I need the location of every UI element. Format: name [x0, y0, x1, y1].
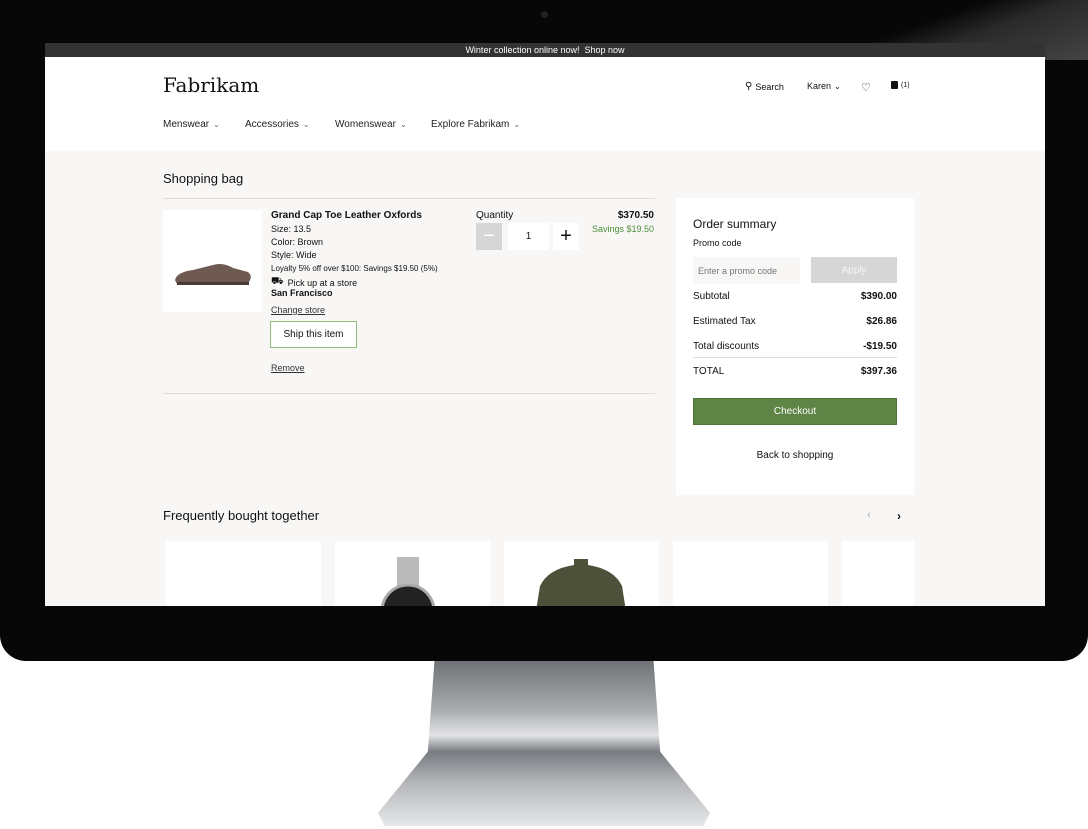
recommendations-title: Frequently bought together [163, 508, 320, 523]
promo-code-input[interactable] [693, 257, 800, 284]
loyalty-discount: Loyalty 5% off over $100: Savings $19.50… [271, 264, 438, 273]
chevron-right-icon: › [897, 509, 901, 523]
product-card[interactable] [673, 541, 828, 606]
search-button[interactable]: ⚲ Search [745, 81, 784, 92]
chevron-down-icon: ⌄ [302, 120, 310, 129]
total-row: TOTAL $397.36 [693, 366, 897, 377]
decrease-quantity-button[interactable]: − [476, 223, 502, 250]
page-title: Shopping bag [163, 171, 244, 186]
subtotal-value: $390.00 [860, 291, 897, 302]
nav-explore[interactable]: Explore Fabrikam ⌄ [431, 119, 520, 130]
remove-link[interactable]: Remove [271, 363, 305, 373]
product-size: Size: 13.5 [271, 224, 312, 234]
back-to-shopping-link[interactable]: Back to shopping [693, 450, 897, 461]
watch-image [380, 557, 436, 606]
screen: Winter collection online now! Shop now F… [45, 43, 1045, 606]
store-name: San Francisco [271, 288, 333, 298]
item-savings: Savings $19.50 [591, 224, 654, 234]
ship-this-item-button[interactable]: Ship this item [270, 321, 357, 348]
camera [541, 11, 548, 18]
nav-label: Menswear [163, 119, 210, 130]
promo-banner: Winter collection online now! Shop now [45, 43, 1045, 57]
shop-now-link[interactable]: Shop now [585, 45, 625, 55]
chevron-left-icon: ‹ [867, 509, 871, 521]
shoe-image [175, 264, 251, 285]
heart-icon[interactable]: ♡ [861, 81, 871, 94]
sweater-image [536, 559, 626, 606]
chevron-down-icon: ⌄ [834, 81, 841, 91]
pickup-label: Pick up at a store [287, 277, 358, 288]
carousel-next-button[interactable]: › [897, 509, 901, 523]
checkout-button[interactable]: Checkout [693, 398, 897, 425]
order-summary: Order summary Promo code Apply Subtotal $… [676, 198, 914, 495]
nav-womenswear[interactable]: Womenswear ⌄ [335, 119, 407, 130]
chevron-down-icon: ⌄ [399, 120, 407, 129]
plus-icon: + [560, 225, 572, 247]
total-value: $397.36 [860, 366, 897, 377]
product-card[interactable] [166, 541, 321, 606]
site-header: Fabrikam ⚲ Search Karen ⌄ ♡ (1) Menswear ⌄ … [45, 57, 1045, 151]
summary-title: Order summary [693, 217, 777, 231]
divider [163, 393, 655, 394]
account-menu[interactable]: Karen ⌄ [807, 81, 841, 91]
product-color: Color: Brown [271, 237, 324, 247]
logo[interactable]: Fabrikam [163, 73, 259, 97]
subtotal-label: Subtotal [693, 291, 730, 302]
product-attributes: Size: 13.5 Color: Brown Style: Wide Loya… [271, 223, 438, 275]
discounts-row: Total discounts -$19.50 [693, 341, 897, 352]
chevron-down-icon: ⌄ [513, 120, 521, 129]
nav-label: Accessories [245, 119, 299, 130]
tax-value: $26.86 [866, 316, 897, 327]
monitor-stand [378, 661, 710, 826]
quantity-input[interactable]: 1 [508, 223, 549, 250]
cart-button[interactable]: (1) [891, 81, 910, 89]
nav-label: Explore Fabrikam [431, 119, 510, 130]
product-card[interactable] [335, 541, 490, 606]
discounts-label: Total discounts [693, 341, 760, 352]
search-icon: ⚲ [745, 81, 753, 92]
user-name: Karen [807, 81, 832, 91]
product-name[interactable]: Grand Cap Toe Leather Oxfords [271, 210, 422, 221]
carousel-prev-button[interactable]: ‹ [867, 509, 871, 521]
cart-count: (1) [901, 81, 910, 89]
product-card[interactable] [842, 541, 914, 606]
product-image[interactable] [163, 210, 262, 312]
nav-label: Womenswear [335, 119, 396, 130]
divider [163, 198, 655, 199]
subtotal-row: Subtotal $390.00 [693, 291, 897, 302]
chevron-down-icon: ⌄ [213, 120, 220, 129]
minus-icon: − [483, 225, 495, 247]
product-card[interactable] [504, 541, 659, 606]
tax-label: Estimated Tax [693, 316, 756, 327]
quantity-label: Quantity [476, 210, 514, 221]
monitor-bezel: Winter collection online now! Shop now F… [0, 0, 1088, 661]
nav-menswear[interactable]: Menswear ⌄ [163, 119, 220, 130]
increase-quantity-button[interactable]: + [553, 223, 579, 250]
tax-row: Estimated Tax $26.86 [693, 316, 897, 327]
search-label: Search [755, 81, 784, 92]
product-style: Style: Wide [271, 250, 317, 260]
nav-accessories[interactable]: Accessories ⌄ [245, 119, 310, 130]
change-store-link[interactable]: Change store [271, 305, 325, 315]
bag-icon [891, 81, 898, 89]
divider [693, 357, 897, 358]
item-price: $370.50 [617, 210, 654, 221]
promo-text: Winter collection online now! [465, 45, 580, 55]
discounts-value: -$19.50 [863, 341, 897, 352]
promo-label: Promo code [693, 238, 742, 248]
total-label: TOTAL [693, 366, 725, 377]
apply-button[interactable]: Apply [811, 257, 897, 283]
